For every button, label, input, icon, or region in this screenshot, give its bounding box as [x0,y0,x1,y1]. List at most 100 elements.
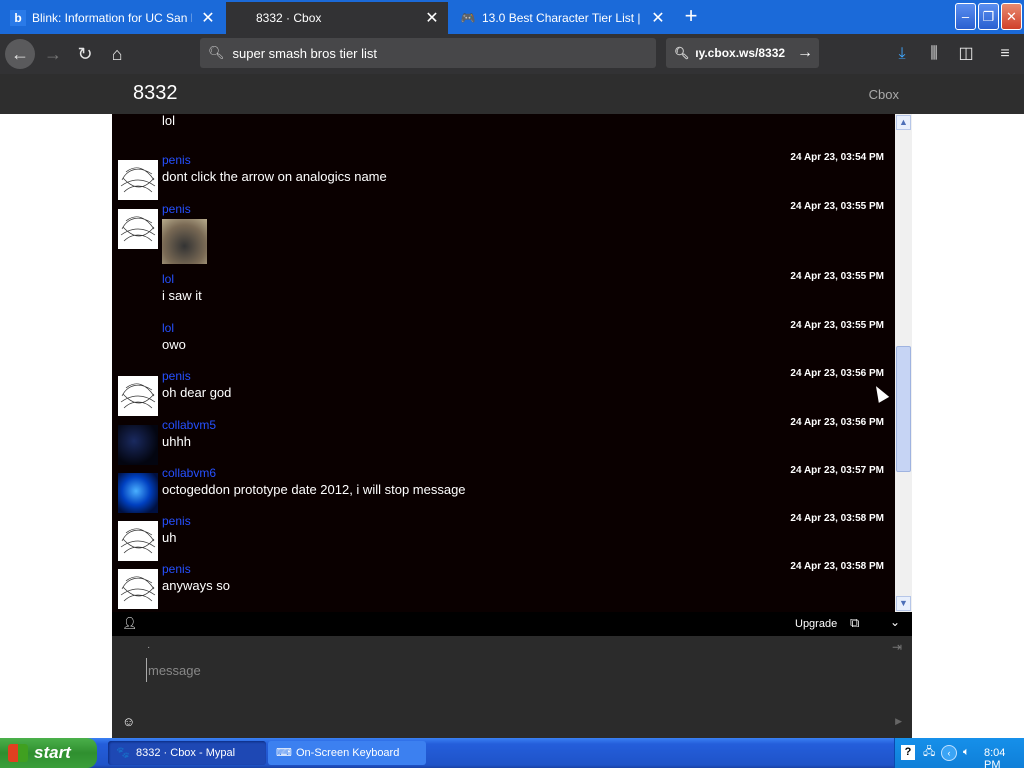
user-icon[interactable]: 👤︎ [122,616,137,630]
system-tray: ? 🖧 ‹ 🔈︎ 8:04 PM [894,738,1024,771]
search-text: ıy.cbox.ws/8332 [695,46,786,60]
close-window-icon[interactable]: ✕ [1001,3,1022,30]
message-timestamp: 24 Apr 23, 03:54 PM [790,152,884,163]
url-text: super smash bros tier list [232,45,378,61]
restore-icon[interactable]: ❐ [978,3,999,30]
chat-message: collabvm5 uhhh 24 Apr 23, 03:56 PM [112,417,895,465]
download-icon[interactable]: ⤓ [890,42,914,66]
message-username[interactable]: penis [162,562,191,576]
message-username[interactable]: penis [162,514,191,528]
keyboard-icon: ⌨ [276,747,292,759]
avatar [118,425,158,465]
collapse-icon[interactable]: ⌄ [890,615,900,629]
message-username[interactable]: collabvm5 [162,418,216,432]
name-indicator: · [147,642,151,653]
scrollbar-thumb[interactable] [896,346,911,472]
show-hidden-icons-icon[interactable]: ‹ [941,745,957,761]
avatar [118,209,158,249]
forward-arrow-icon[interactable]: → [38,39,68,69]
cbox-header: 8332 Cbox [0,74,1024,114]
send-icon[interactable]: ▶ [895,716,902,727]
go-arrow-icon[interactable]: → [797,44,813,62]
minimize-icon[interactable]: – [955,3,976,30]
tab-title: 8332 · Cbox [256,11,322,25]
tab-title: Blink: Information for UC San Diego [32,11,192,25]
sidebar-icon[interactable]: ◫ [954,42,978,66]
windows-taskbar: start 🐾 8332 · Cbox - Mypal ⌨ On-Screen … [0,738,1024,771]
message-image[interactable] [162,219,207,264]
new-tab-icon[interactable]: + [680,4,702,30]
message-text: owo [162,337,186,352]
url-bar[interactable]: 🔍︎ super smash bros tier list [200,38,656,68]
search-icon: 🔍︎ [208,45,225,60]
message-username[interactable]: penis [162,153,191,167]
message-timestamp: 24 Apr 23, 03:55 PM [790,320,884,331]
tab-title: 13.0 Best Character Tier List | Ap [482,11,642,25]
volume-icon[interactable]: 🔈︎ [963,746,970,759]
cbox-brand-link[interactable]: Cbox [869,87,899,102]
message-timestamp: 24 Apr 23, 03:55 PM [790,271,884,282]
message-compose-area: · ⇥ ☺ ▶ [112,636,912,738]
network-icon[interactable]: 🖧 [923,743,935,762]
avatar [118,376,158,416]
message-input[interactable] [146,658,866,682]
chat-message: penis anyways so 24 Apr 23, 03:58 PM [112,561,895,609]
help-icon[interactable]: ? [901,745,915,760]
message-text: uh [162,530,177,545]
reload-icon[interactable]: ↻ [70,39,100,69]
message-text: uhhh [162,434,191,449]
taskbar-item-mypal[interactable]: 🐾 8332 · Cbox - Mypal [108,741,266,765]
message-timestamp: 24 Apr 23, 03:56 PM [790,417,884,428]
browser-tab-strip: b Blink: Information for UC San Diego ✕ … [0,0,1024,34]
browser-nav-bar: ← → ↻ ⌂ 🔍︎ super smash bros tier list 🔍︎… [0,34,1024,74]
message-text: octogeddon prototype date 2012, i will s… [162,482,466,497]
page-title: 8332 [133,82,178,104]
scroll-down-icon[interactable]: ▼ [896,596,911,611]
scroll-up-icon[interactable]: ▲ [896,115,911,130]
emoji-icon[interactable]: ☺ [122,714,135,729]
back-arrow-icon[interactable]: ← [5,39,35,69]
avatar [118,569,158,609]
window-controls: – ❐ ✕ [955,3,1022,30]
message-username[interactable]: penis [162,369,191,383]
start-button[interactable]: start [0,738,97,768]
message-text: i saw it [162,288,202,303]
message-username[interactable]: collabvm6 [162,466,216,480]
chat-message: penis 24 Apr 23, 03:55 PM [112,201,895,271]
search-bar[interactable]: 🔍︎ ıy.cbox.ws/8332 → [666,38,819,68]
tab-close-icon[interactable]: ✕ [424,8,440,28]
tab-close-icon[interactable]: ✕ [650,8,666,28]
message-username[interactable]: lol [162,272,174,286]
message-timestamp: 24 Apr 23, 03:58 PM [790,513,884,524]
chat-message-list[interactable]: lol lol penis dont click the arrow on an… [112,114,895,612]
clock[interactable]: 8:04 PM [984,747,1024,771]
start-label: start [34,743,71,762]
tab-blink[interactable]: b Blink: Information for UC San Diego ✕ [2,2,224,34]
tab-close-icon[interactable]: ✕ [200,8,216,28]
message-username[interactable]: penis [162,202,191,216]
chat-message: penis uh 24 Apr 23, 03:58 PM [112,513,895,561]
menu-icon[interactable]: ≡ [993,42,1017,66]
windows-logo-icon [8,744,28,762]
search-icon: 🔍︎ [674,46,690,60]
task-label: On-Screen Keyboard [296,747,400,759]
blink-favicon-icon: b [10,10,26,26]
message-timestamp: 24 Apr 23, 03:56 PM [790,368,884,379]
upgrade-link[interactable]: Upgrade [795,618,837,630]
popout-icon[interactable]: ⧉ [850,615,859,631]
message-text: lol [162,114,176,128]
chat-message: lol lol [112,114,895,144]
tab-tier-list[interactable]: 🎮 13.0 Best Character Tier List | Ap ✕ [452,2,674,34]
message-timestamp: 24 Apr 23, 03:55 PM [790,201,884,212]
library-icon[interactable]: ⫼ [922,42,946,66]
task-label: 8332 · Cbox - Mypal [136,747,236,759]
message-timestamp: 24 Apr 23, 03:58 PM [790,561,884,572]
home-icon[interactable]: ⌂ [102,39,132,69]
login-icon[interactable]: ⇥ [892,640,902,654]
chat-scrollbar[interactable]: ▲ ▼ [895,114,912,612]
message-text: dont click the arrow on analogics name [162,169,387,184]
tab-cbox[interactable]: 8332 · Cbox ✕ [226,2,448,34]
chat-message: lol i saw it 24 Apr 23, 03:55 PM [112,271,895,319]
taskbar-item-keyboard[interactable]: ⌨ On-Screen Keyboard [268,741,426,765]
message-username[interactable]: lol [162,321,174,335]
